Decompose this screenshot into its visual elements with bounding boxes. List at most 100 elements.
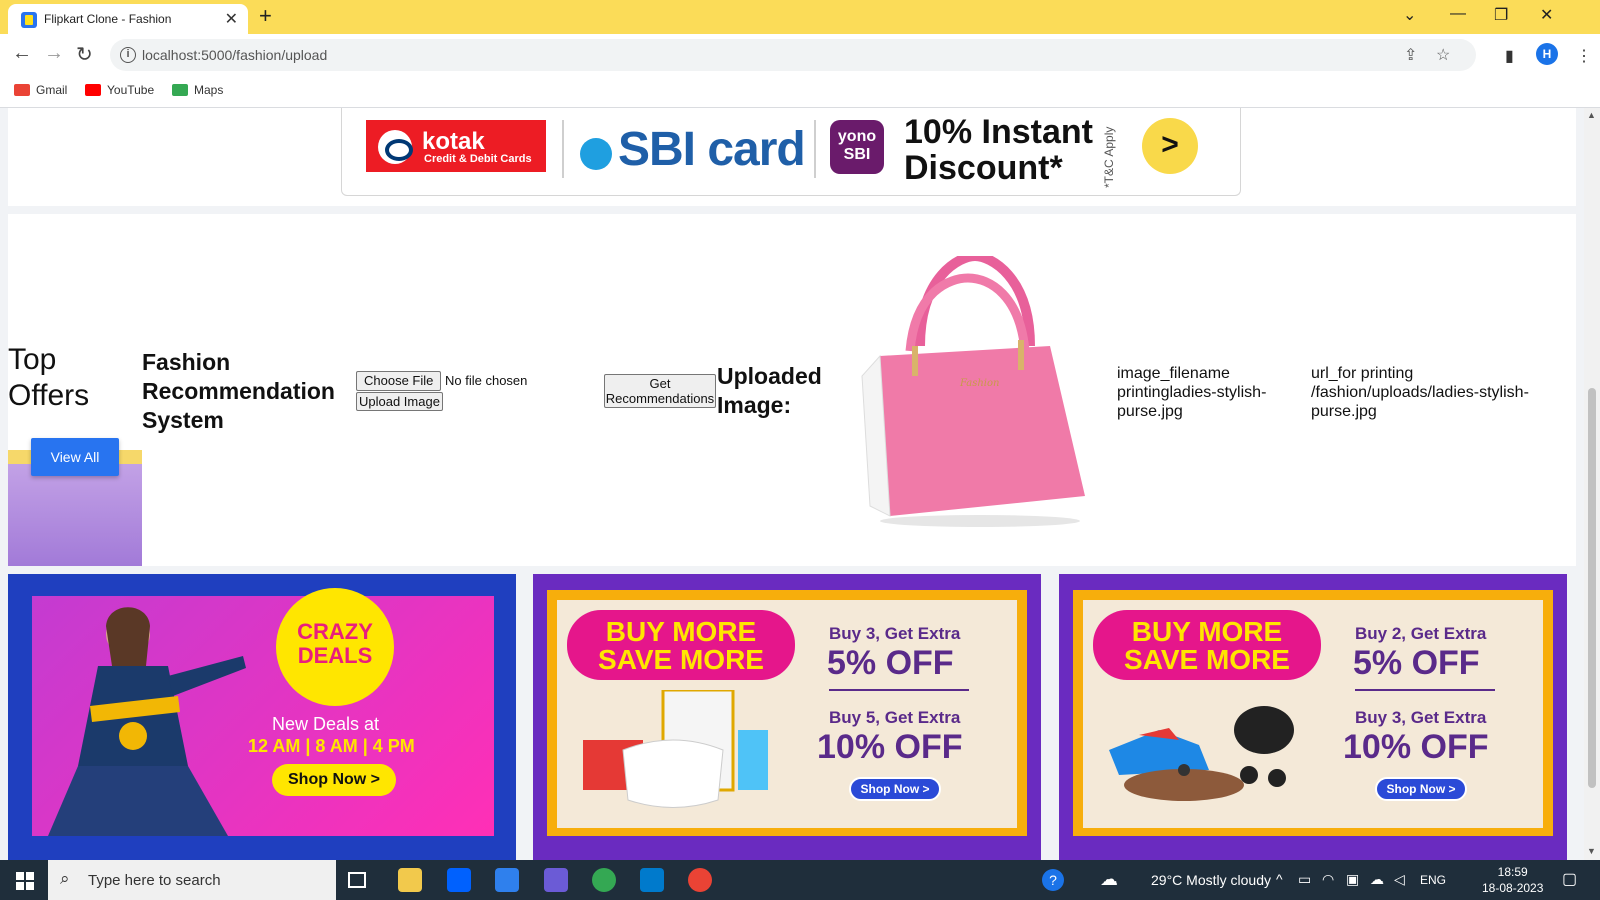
search-icon: ⌕	[60, 869, 70, 888]
uploaded-image-label: Uploaded Image:	[717, 362, 822, 420]
taskbar-search-box[interactable]: ⌕ Type here to search	[48, 860, 336, 900]
top-offers-line-1: Top	[8, 343, 57, 376]
face-mask-products-image	[583, 690, 768, 808]
wifi-icon[interactable]: ◠	[1322, 871, 1334, 888]
badge-line-1: CRAZY	[297, 619, 373, 644]
scroll-down-icon[interactable]: ▼	[1587, 846, 1596, 856]
copilot-icon[interactable]	[544, 868, 568, 892]
close-window-button[interactable]: ✕	[1540, 5, 1553, 25]
bookmark-label: Gmail	[36, 83, 68, 97]
bag-logo-text: Fashion	[959, 378, 999, 389]
upload-image-button[interactable]: Upload Image	[356, 392, 443, 411]
scroll-up-icon[interactable]: ▲	[1587, 110, 1596, 120]
button-line-2: Recommendations	[605, 391, 715, 406]
system-clock[interactable]: 18:59 18-08-2023	[1482, 864, 1543, 896]
weather-text[interactable]: 29°C Mostly cloudy	[1151, 872, 1271, 888]
discount-line-2: Discount*	[904, 149, 1063, 187]
side-panel-icon[interactable]: ▮	[1505, 46, 1514, 66]
badge-line-2: SAVE MORE	[1124, 644, 1290, 675]
buy-more-card-2[interactable]: BUY MORE SAVE MORE Buy 2, Get Extra 5% O…	[1059, 574, 1567, 860]
chrome-profile-icon[interactable]	[688, 868, 712, 892]
hero-cape	[48, 766, 228, 836]
bookmark-label: Maps	[194, 83, 224, 97]
new-tab-button[interactable]: +	[259, 3, 272, 29]
badge-line-1: BUY MORE	[1131, 616, 1283, 647]
volume-icon[interactable]: ◁	[1394, 871, 1405, 888]
windows-start-button[interactable]	[16, 872, 34, 890]
vscode-icon[interactable]	[640, 868, 664, 892]
top-offers-line-2: Offers	[8, 379, 90, 412]
top-offers-title: Top Offers	[8, 342, 89, 414]
pan-lid-knob	[1178, 764, 1190, 776]
browser-toolbar: ← → ↻ i localhost:5000/fashion/upload ⇪ …	[0, 34, 1600, 76]
dropbox-icon[interactable]	[447, 868, 471, 892]
page-scrollbar[interactable]: ▲ ▼	[1584, 108, 1600, 860]
task-view-icon[interactable]	[348, 872, 366, 888]
notifications-icon[interactable]: ▢	[1562, 869, 1577, 889]
bookmark-youtube[interactable]: YouTube	[85, 83, 154, 97]
site-info-icon[interactable]: i	[120, 47, 136, 63]
address-bar[interactable]: i localhost:5000/fashion/upload ⇪ ☆	[110, 39, 1476, 71]
choose-file-button[interactable]: Choose File	[356, 371, 442, 391]
shop-now-button[interactable]: Shop Now >	[849, 777, 941, 801]
shop-now-button[interactable]: Shop Now >	[272, 764, 396, 796]
minimize-button[interactable]: —	[1450, 5, 1466, 23]
hero-arm	[168, 656, 246, 696]
scrollbar-thumb[interactable]	[1588, 388, 1596, 788]
bank-offer-banner[interactable]: kotak Credit & Debit Cards SBI card yono…	[341, 108, 1241, 196]
bookmark-maps[interactable]: Maps	[172, 83, 223, 97]
windows-logo-pane	[26, 872, 34, 880]
browser-tab[interactable]: Flipkart Clone - Fashion ✕	[8, 4, 248, 34]
sbi-card-text: SBI card	[618, 123, 806, 176]
buy-more-save-more-badge: BUY MORE SAVE MORE	[1093, 610, 1321, 680]
cloud-sync-icon[interactable]: ☁	[1370, 871, 1384, 888]
view-all-button[interactable]: View All	[31, 438, 119, 476]
label-line-2: Image:	[717, 392, 792, 418]
get-recommendations-button[interactable]: Get Recommendations	[604, 374, 716, 408]
bookmark-star-icon[interactable]: ☆	[1436, 45, 1450, 65]
badge-line-1: BUY MORE	[605, 616, 757, 647]
divider	[562, 120, 564, 178]
hero-hair	[106, 607, 150, 666]
file-explorer-icon[interactable]	[398, 868, 422, 892]
monitor-icon[interactable]: ▣	[1346, 871, 1359, 888]
bag-body	[880, 346, 1085, 516]
badge-line-2: DEALS	[297, 643, 373, 668]
todo-icon[interactable]	[495, 868, 519, 892]
buy-more-card-1[interactable]: BUY MORE SAVE MORE Buy 3, Get Extra 5% O…	[533, 574, 1041, 860]
button-line-1: Get	[649, 376, 671, 391]
tab-search-icon[interactable]: ⌄	[1403, 5, 1416, 25]
battery-icon[interactable]: ▭	[1298, 871, 1311, 888]
bag-shadow	[880, 515, 1080, 527]
help-icon[interactable]: ?	[1042, 869, 1064, 891]
windows-taskbar: ⌕ Type here to search ? ☁ 29°C Mostly cl…	[0, 860, 1600, 900]
clock-time: 18:59	[1497, 865, 1528, 879]
offer-text-a: Buy 3, Get Extra	[829, 624, 961, 643]
main-section: Top Offers View All Fashion Recommendati…	[8, 214, 1576, 566]
restore-button[interactable]: ❐	[1494, 5, 1508, 25]
bookmark-gmail[interactable]: Gmail	[14, 83, 67, 97]
shop-now-button[interactable]: Shop Now >	[1375, 777, 1467, 801]
crazy-deals-card[interactable]: CRAZY DEALS New Deals at 12 AM | 8 AM | …	[8, 574, 516, 860]
tab-title: Flipkart Clone - Fashion	[44, 12, 172, 26]
back-button[interactable]: ←	[12, 42, 32, 65]
offer-text-c: Buy 5, Get Extra	[829, 708, 961, 727]
offer-text-c: Buy 3, Get Extra	[1355, 708, 1487, 727]
reload-button[interactable]: ↻	[76, 42, 93, 67]
chrome-icon[interactable]	[592, 868, 616, 892]
tc-note: *T&C Apply	[1102, 126, 1116, 188]
kotak-name: kotak	[422, 128, 485, 155]
language-indicator[interactable]: ENG	[1420, 873, 1446, 887]
page-title: Fashion Recommendation System	[142, 348, 335, 435]
menu-icon[interactable]: ⋮	[1576, 46, 1592, 66]
tray-expand-icon[interactable]: ^	[1276, 871, 1283, 887]
offer-text-d: 10% OFF	[817, 728, 963, 766]
close-tab-icon[interactable]: ✕	[225, 9, 238, 29]
title-line-2: Recommendation	[142, 378, 335, 404]
profile-avatar[interactable]: H	[1536, 43, 1558, 65]
share-icon[interactable]: ⇪	[1404, 45, 1417, 65]
face-mask	[622, 739, 724, 808]
forward-button[interactable]: →	[44, 42, 64, 65]
banner-next-button[interactable]: >	[1142, 118, 1198, 174]
bookmarks-bar: Gmail YouTube Maps	[0, 76, 1600, 108]
